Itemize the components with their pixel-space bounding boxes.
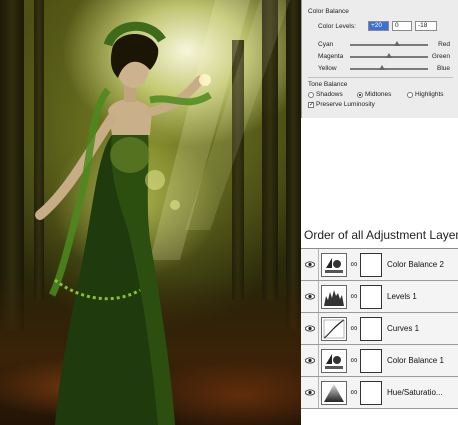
slider-red-label: Red (438, 41, 450, 48)
checkbox-label: Preserve Luminosity (316, 101, 375, 108)
color-level-magenta-green-field[interactable]: 0 (392, 21, 412, 31)
checkmark-icon: ✓ (308, 101, 315, 108)
layer-row[interactable]: ∞ Levels 1 (301, 281, 458, 313)
layers-list: ∞ Color Balance 2 ∞ Levels 1 ∞ Curves 1 … (301, 248, 458, 410)
color-balance-icon (321, 349, 347, 373)
color-level-yellow-blue-field[interactable]: -18 (415, 21, 437, 31)
eye-icon (304, 389, 315, 396)
radio-button-icon (308, 91, 314, 98)
levels-icon (321, 285, 347, 309)
layer-row[interactable]: ∞ Color Balance 1 (301, 345, 458, 377)
slider-cyan-label: Cyan (318, 41, 334, 48)
slider-green-label: Green (431, 53, 450, 60)
eye-icon (304, 261, 315, 268)
layer-name: Curves 1 (387, 324, 420, 333)
cyan-red-slider-track[interactable] (350, 44, 428, 46)
color-levels-label: Color Levels: (318, 23, 356, 30)
right-panel: Color Balance Color Levels: +20 0 -18 Cy… (301, 0, 458, 425)
woman-in-green-dress (35, 0, 290, 425)
magenta-green-slider-thumb[interactable] (386, 53, 392, 58)
visibility-toggle[interactable] (301, 313, 319, 344)
cyan-red-slider-thumb[interactable] (393, 41, 400, 46)
eye-icon (304, 325, 315, 332)
radio-label: Highlights (415, 91, 444, 98)
color-balance-dialog: Color Balance Color Levels: +20 0 -18 Cy… (301, 0, 458, 118)
layer-name: Hue/Saturatio... (387, 388, 443, 397)
color-balance-icon (321, 253, 347, 277)
radio-label: Shadows (316, 91, 343, 98)
yellow-blue-slider-thumb[interactable] (378, 65, 385, 70)
chain-link-icon: ∞ (350, 259, 358, 270)
visibility-toggle[interactable] (301, 249, 319, 280)
chain-link-icon: ∞ (350, 355, 358, 366)
visibility-toggle[interactable] (301, 281, 319, 312)
color-balance-title: Color Balance (308, 8, 349, 15)
slider-yellow-label: Yellow (318, 65, 337, 72)
eye-icon (304, 293, 315, 300)
yellow-blue-slider-track[interactable] (350, 68, 428, 70)
layers-heading: Order of all Adjustment Layers (304, 228, 458, 242)
layer-row[interactable]: ∞ Curves 1 (301, 313, 458, 345)
layer-row[interactable]: ∞ Color Balance 2 (301, 249, 458, 281)
color-level-cyan-red-field[interactable]: +20 (368, 21, 389, 31)
preserve-luminosity-checkbox[interactable]: ✓ Preserve Luminosity (308, 101, 375, 108)
radio-label: Midtones (365, 91, 392, 98)
layer-mask-thumbnail[interactable] (360, 285, 382, 309)
radio-button-selected-icon (357, 91, 363, 98)
layer-name: Color Balance 1 (387, 356, 444, 365)
visibility-toggle[interactable] (301, 377, 319, 408)
chain-link-icon: ∞ (350, 387, 358, 398)
tone-balance-title: Tone Balance (308, 81, 348, 88)
curves-icon (321, 317, 347, 341)
layer-row[interactable]: ∞ Hue/Saturatio... (301, 377, 458, 409)
chain-link-icon: ∞ (350, 291, 358, 302)
radio-shadows[interactable]: Shadows (308, 91, 343, 98)
eye-icon (304, 357, 315, 364)
divider (308, 77, 453, 78)
slider-magenta-label: Magenta (318, 53, 344, 60)
layer-mask-thumbnail[interactable] (360, 253, 382, 277)
radio-button-icon (407, 91, 413, 98)
slider-blue-label: Blue (436, 65, 450, 72)
layer-mask-thumbnail[interactable] (360, 381, 382, 405)
layer-name: Levels 1 (387, 292, 417, 301)
chain-link-icon: ∞ (350, 323, 358, 334)
hue-saturation-icon (321, 381, 347, 405)
layer-mask-thumbnail[interactable] (360, 349, 382, 373)
layer-name: Color Balance 2 (387, 260, 444, 269)
radio-midtones[interactable]: Midtones (357, 91, 391, 98)
fantasy-forest-photo (0, 0, 301, 425)
layer-mask-thumbnail[interactable] (360, 317, 382, 341)
visibility-toggle[interactable] (301, 345, 319, 376)
radio-highlights[interactable]: Highlights (407, 91, 444, 98)
